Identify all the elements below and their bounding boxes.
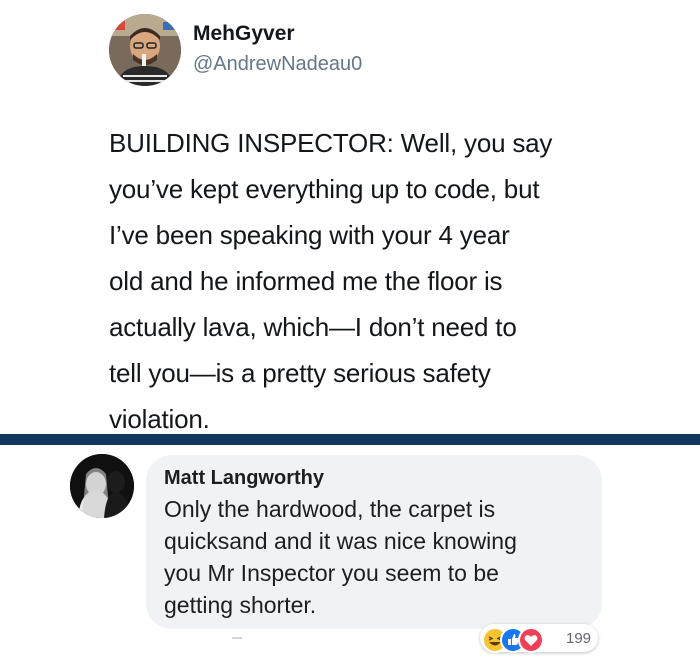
reaction-count: 199 (566, 630, 592, 647)
tweet-text-line: BUILDING INSPECTOR: Well, you say (109, 128, 553, 158)
tweet-text: BUILDING INSPECTOR: Well, you say you’ve… (109, 120, 629, 442)
divider-mark (232, 637, 242, 639)
tweet-text-line: old and he informed me the floor is (109, 266, 503, 296)
comment-text: Only the hardwood, the carpet is quicksa… (164, 493, 584, 621)
tweet-handle[interactable]: @AndrewNadeau0 (193, 53, 362, 76)
reactions-summary[interactable]: 199 (480, 624, 598, 653)
tweet-text-line: tell you—is a pretty serious safety (109, 358, 491, 388)
comment-avatar[interactable] (70, 454, 134, 518)
section-divider (0, 434, 700, 445)
comment-text-line: getting shorter. (164, 592, 317, 618)
tweet-display-name[interactable]: MehGyver (193, 22, 295, 46)
tweet-text-line: actually lava, which—I don’t need to (109, 312, 517, 342)
comment-bubble: Matt Langworthy Only the hardwood, the c… (146, 455, 602, 629)
comment-author[interactable]: Matt Langworthy (164, 467, 324, 490)
tweet-avatar[interactable] (109, 14, 181, 86)
love-icon (518, 627, 544, 653)
tweet-card: MehGyver @AndrewNadeau0 BUILDING INSPECT… (0, 0, 700, 434)
comment-text-line: quicksand and it was nice knowing (164, 528, 517, 554)
tweet-text-line: I’ve been speaking with your 4 year (109, 220, 510, 250)
tweet-text-line: you’ve kept everything up to code, but (109, 174, 540, 204)
comment-text-line: Only the hardwood, the carpet is (164, 496, 496, 522)
comment-text-line: you Mr Inspector you seem to be (164, 560, 499, 586)
